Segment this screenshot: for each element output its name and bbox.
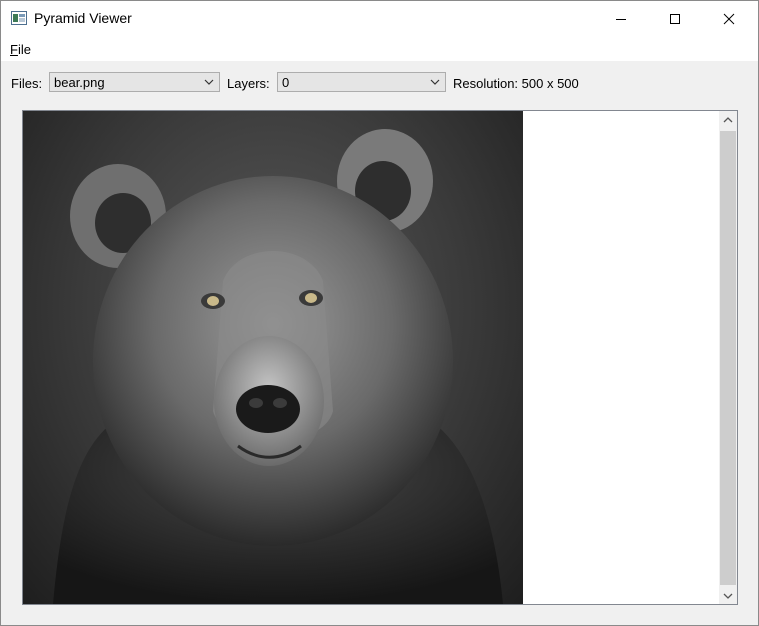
app-window-icon: [11, 11, 27, 25]
menu-file-label: ile: [17, 42, 31, 57]
image-viewport[interactable]: [22, 110, 738, 605]
minimize-button[interactable]: [598, 1, 644, 37]
chevron-down-icon: [430, 79, 440, 85]
scroll-up-button[interactable]: [719, 111, 737, 128]
maximize-icon: [670, 14, 680, 24]
menu-file[interactable]: File: [10, 42, 31, 57]
close-icon: [723, 13, 735, 25]
menu-bar: File: [1, 37, 758, 61]
layers-combobox[interactable]: 0: [277, 72, 446, 92]
chevron-up-icon: [723, 116, 733, 122]
resolution-label: Resolution: 500 x 500: [453, 76, 579, 91]
close-button[interactable]: [706, 1, 752, 37]
window-title: Pyramid Viewer: [34, 10, 132, 26]
layers-combobox-value: 0: [282, 75, 290, 90]
files-label: Files:: [11, 76, 43, 91]
vertical-scrollbar[interactable]: [719, 111, 737, 604]
toolbar: Files: bear.png Layers: 0 Resolution: 50…: [1, 61, 758, 105]
minimize-icon: [616, 19, 626, 20]
scrollbar-thumb[interactable]: [720, 131, 736, 585]
layers-label: Layers:: [227, 76, 270, 91]
menu-file-accelerator: F: [10, 42, 18, 57]
files-combobox-value: bear.png: [54, 75, 105, 90]
chevron-down-icon: [204, 79, 214, 85]
app-window: Pyramid Viewer File Files: bear.png Laye…: [0, 0, 759, 626]
bear-image-drawing: [53, 129, 503, 604]
title-bar[interactable]: Pyramid Viewer: [1, 1, 758, 37]
files-combobox[interactable]: bear.png: [49, 72, 220, 92]
chevron-down-icon: [723, 593, 733, 599]
maximize-button[interactable]: [652, 1, 698, 37]
bear-image: [23, 111, 523, 604]
scroll-down-button[interactable]: [719, 587, 737, 604]
